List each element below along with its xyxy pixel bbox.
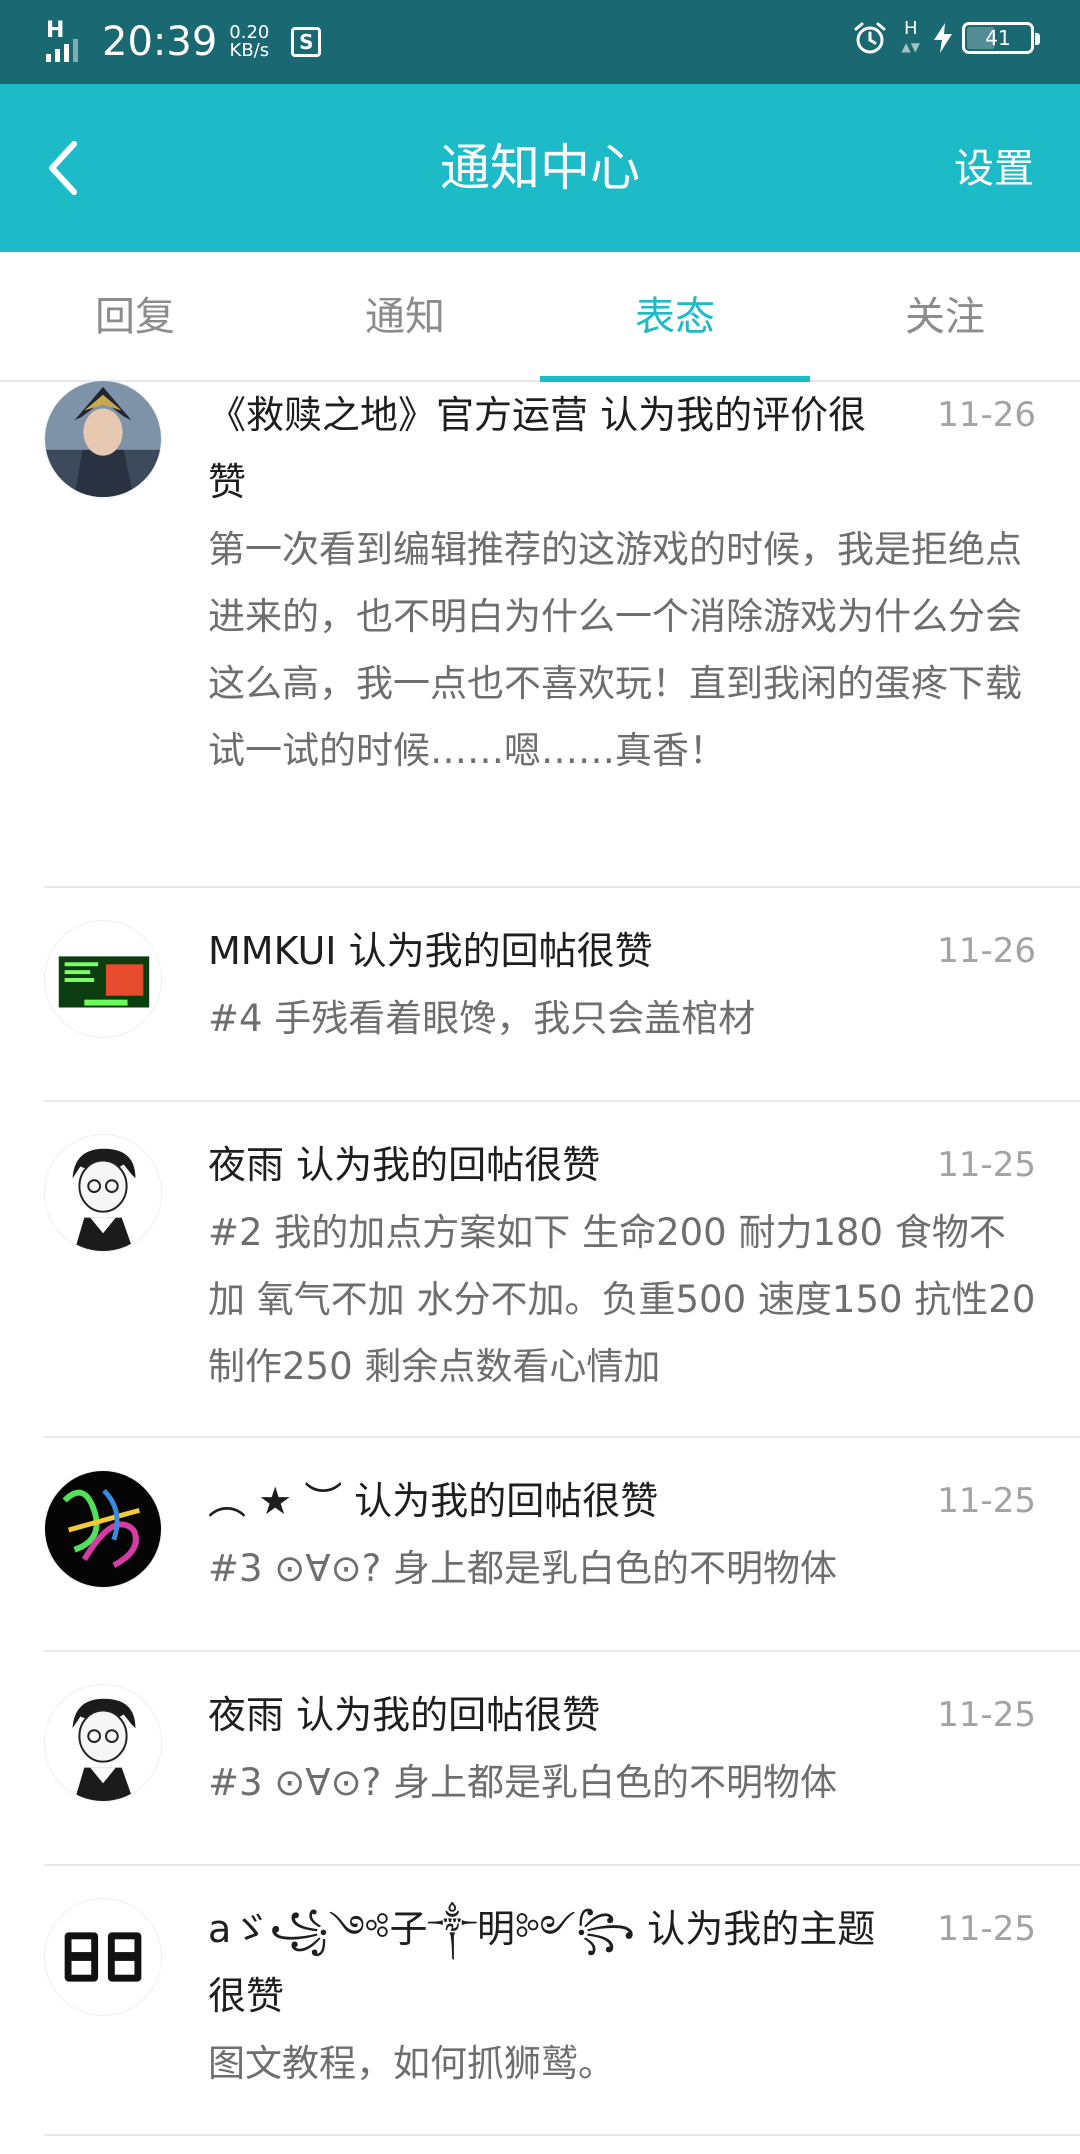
list-item[interactable]: MMKUI 认为我的回帖很赞 11-26 #4 手残看着眼馋，我只会盖棺材 xyxy=(44,888,1080,1102)
status-bar: H 20:39 0.20 KB/s S H ▲▼ 41 xyxy=(0,0,1080,84)
notification-body: 第一次看到编辑推荐的这游戏的时候，我是拒绝点进来的，也不明白为什么一个消除游戏为… xyxy=(208,528,1022,772)
app-notification-icon: S xyxy=(291,27,322,57)
notification-title: 《救赎之地》官方运营 认为我的评价很赞 xyxy=(208,393,867,504)
tab-notices[interactable]: 通知 xyxy=(270,252,540,380)
tab-follows[interactable]: 关注 xyxy=(810,252,1080,380)
network-speed-unit: KB/s xyxy=(229,40,270,61)
notification-title: 夜雨 认为我的回帖很赞 xyxy=(208,1693,601,1737)
avatar[interactable] xyxy=(44,1134,162,1252)
tab-label: 关注 xyxy=(905,294,985,340)
charging-icon xyxy=(934,23,952,53)
notification-body: 图文教程，如何抓狮鹫。 xyxy=(208,2042,615,2085)
battery-level: 41 xyxy=(985,26,1011,50)
network-type: H ▲▼ xyxy=(901,18,920,55)
tab-replies[interactable]: 回复 xyxy=(0,252,270,380)
tab-label: 表态 xyxy=(635,294,715,340)
tab-bar: 回复 通知 表态 关注 xyxy=(0,252,1080,382)
list-item[interactable]: aゞ꧁༺子༒明༻꧂ 认为我的主题很赞 11-25 图文教程，如何抓狮鹫。 xyxy=(44,1866,1080,2136)
alarm-icon xyxy=(854,22,886,54)
notification-date: 11-26 xyxy=(937,931,1036,971)
signal-type-label: H xyxy=(46,18,65,43)
notification-date: 11-25 xyxy=(937,1909,1036,1949)
notification-body: #3 ⊙∀⊙? 身上都是乳白色的不明物体 xyxy=(208,1547,838,1590)
avatar[interactable] xyxy=(44,1684,162,1802)
tab-reactions[interactable]: 表态 xyxy=(540,252,810,382)
notification-date: 11-25 xyxy=(937,1145,1036,1185)
tab-label: 通知 xyxy=(365,294,445,340)
page-title: 通知中心 xyxy=(440,139,640,197)
signal-icon: H xyxy=(44,20,84,64)
avatar[interactable] xyxy=(44,380,162,498)
app-bar: 通知中心 设置 xyxy=(0,84,1080,252)
notification-date: 11-25 xyxy=(937,1695,1036,1735)
list-item[interactable]: 夜雨 认为我的回帖很赞 11-25 #3 ⊙∀⊙? 身上都是乳白色的不明物体 xyxy=(44,1652,1080,1866)
battery-icon: 41 xyxy=(962,22,1040,54)
tab-label: 回复 xyxy=(95,294,175,340)
notification-date: 11-25 xyxy=(937,1481,1036,1521)
notification-list: 《救赎之地》官方运营 认为我的评价很赞 11-26 第一次看到编辑推荐的这游戏的… xyxy=(0,380,1080,2136)
notification-title: 夜雨 认为我的回帖很赞 xyxy=(208,1143,601,1187)
settings-button[interactable]: 设置 xyxy=(954,142,1034,196)
notification-date: 11-26 xyxy=(937,395,1036,435)
notification-title: aゞ꧁༺子༒明༻꧂ 认为我的主题很赞 xyxy=(208,1907,876,2018)
notification-body: #3 ⊙∀⊙? 身上都是乳白色的不明物体 xyxy=(208,1761,838,1804)
notification-title: MMKUI 认为我的回帖很赞 xyxy=(208,929,653,973)
notification-body: #4 手残看着眼馋，我只会盖棺材 xyxy=(208,997,756,1040)
avatar[interactable] xyxy=(44,1898,162,2016)
clock: 20:39 xyxy=(102,19,218,65)
notification-body: #2 我的加点方案如下 生命200 耐力180 食物不加 氧气不加 水分不加。负… xyxy=(208,1211,1036,1388)
list-item[interactable]: 夜雨 认为我的回帖很赞 11-25 #2 我的加点方案如下 生命200 耐力18… xyxy=(44,1102,1080,1438)
avatar[interactable] xyxy=(44,920,162,1038)
network-type-label: H xyxy=(903,18,918,39)
notification-title: ︵ ★ ︶ 认为我的回帖很赞 xyxy=(208,1479,659,1523)
avatar[interactable] xyxy=(44,1470,162,1588)
network-speed: 0.20 KB/s xyxy=(229,24,269,60)
list-item[interactable]: 《救赎之地》官方运营 认为我的评价很赞 11-26 第一次看到编辑推荐的这游戏的… xyxy=(44,380,1080,888)
list-item[interactable]: ︵ ★ ︶ 认为我的回帖很赞 11-25 #3 ⊙∀⊙? 身上都是乳白色的不明物… xyxy=(44,1438,1080,1652)
